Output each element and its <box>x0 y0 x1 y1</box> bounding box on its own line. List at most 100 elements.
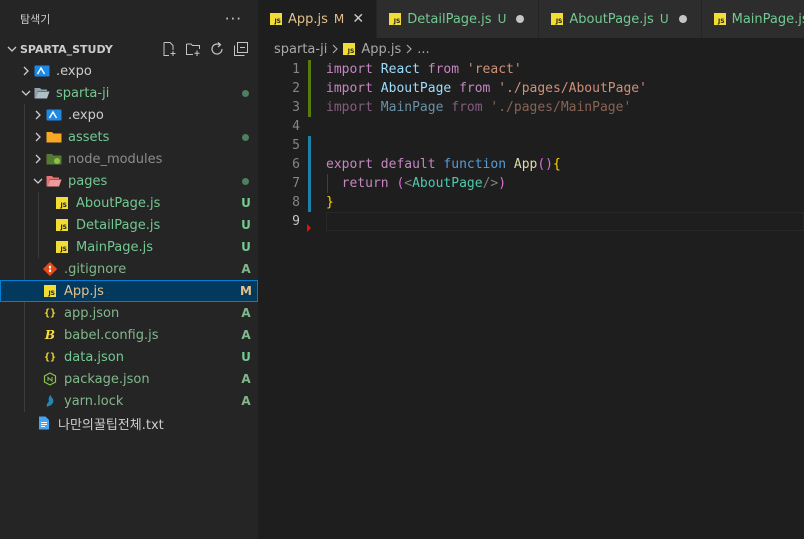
code-token: function <box>443 157 507 172</box>
code-token: import <box>326 100 373 115</box>
expo-folder-icon <box>46 107 62 123</box>
indent-guide <box>24 126 25 148</box>
tree-item-label: DetailPage.js <box>76 217 161 233</box>
project-section-header[interactable]: SPARTA_STUDY <box>0 38 258 60</box>
chevron-right-icon <box>18 63 34 79</box>
git-status: U <box>241 196 251 210</box>
tree-file-yarn-lock[interactable]: yarn.lock A <box>0 390 258 412</box>
tree-file-aboutpage[interactable]: JS AboutPage.js U <box>0 192 258 214</box>
code-token: from <box>459 81 491 96</box>
tab-mainpage[interactable]: JS MainPage.js U <box>701 0 804 38</box>
tree-folder-node-modules[interactable]: node_modules <box>0 148 258 170</box>
tab-status: U <box>659 12 669 26</box>
code-token: './pages/AboutPage' <box>498 81 647 96</box>
line-number: 9 <box>292 214 300 229</box>
git-status: U <box>241 218 251 232</box>
breadcrumb-more[interactable]: ... <box>417 42 429 57</box>
tree-file-app-json[interactable]: {} app.json A <box>0 302 258 324</box>
tree-folder-expo-root[interactable]: .expo <box>0 60 258 82</box>
indent-guide <box>24 324 25 346</box>
collapse-all-icon[interactable] <box>232 40 250 58</box>
tree-file-detailpage[interactable]: JS DetailPage.js U <box>0 214 258 236</box>
line-number: 6 <box>292 157 300 172</box>
new-folder-icon[interactable] <box>184 40 202 58</box>
yarn-icon <box>42 393 58 409</box>
git-status: U <box>241 240 251 254</box>
tree-folder-sparta-ji[interactable]: sparta-ji <box>0 82 258 104</box>
js-file-icon: JS <box>551 13 564 25</box>
code-token: from <box>451 100 483 115</box>
js-file-icon: JS <box>713 13 726 25</box>
json-icon: {} <box>43 351 57 363</box>
tree-item-label: node_modules <box>68 151 163 167</box>
breadcrumb-folder[interactable]: sparta-ji <box>274 42 327 57</box>
gutter-added-marker <box>306 60 314 79</box>
tree-folder-expo-nested[interactable]: .expo <box>0 104 258 126</box>
indent-guide <box>24 148 25 170</box>
js-file-icon: JS <box>270 13 282 25</box>
chevron-down-icon <box>30 173 46 189</box>
tree-file-mainpage[interactable]: JS MainPage.js U <box>0 236 258 258</box>
chevron-right-icon <box>30 151 46 167</box>
code-editor[interactable]: 1 import React from 'react' 2 import Abo… <box>258 60 804 232</box>
code-line: 4 <box>258 117 804 136</box>
explorer-title: 탐색기 <box>20 13 51 26</box>
explorer-header: 탐색기 ··· <box>0 0 258 38</box>
text-file-icon <box>36 415 52 431</box>
more-actions-button[interactable]: ··· <box>225 10 242 28</box>
tree-file-gitignore[interactable]: .gitignore A <box>0 258 258 280</box>
code-token: < <box>404 176 413 191</box>
code-token: () <box>537 157 554 172</box>
chevron-right-icon <box>405 44 413 54</box>
gutter-modified-marker <box>306 136 314 155</box>
gutter-modified-marker <box>306 174 314 193</box>
tree-folder-pages[interactable]: pages <box>0 170 258 192</box>
indent-guide <box>38 192 39 214</box>
new-file-icon[interactable] <box>160 40 178 58</box>
code-token: } <box>326 195 334 210</box>
tree-item-label: assets <box>68 129 110 145</box>
tree-item-label: babel.config.js <box>64 327 159 343</box>
tree-file-txt[interactable]: 나만의꿀팁전체.txt <box>0 412 258 434</box>
status-dot <box>242 177 249 185</box>
tree-file-package-json[interactable]: package.json A <box>0 368 258 390</box>
tree-item-label: sparta-ji <box>56 85 110 101</box>
breadcrumb-file[interactable]: App.js <box>361 42 401 57</box>
tree-file-babel-config[interactable]: B babel.config.js A <box>0 324 258 346</box>
editor-area: JS App.js M ✕ JS DetailPage.js U JS Abou… <box>258 0 804 539</box>
code-line: 3 import MainPage from './pages/MainPage… <box>258 98 804 117</box>
indent-guide <box>24 258 25 280</box>
tree-file-data-json[interactable]: {} data.json U <box>0 346 258 368</box>
tree-item-label: 나만의꿀팁전체.txt <box>58 417 164 433</box>
unsaved-dot-icon[interactable] <box>516 15 525 23</box>
tab-status: M <box>333 12 345 26</box>
code-line: 8 } <box>258 193 804 212</box>
tab-detailpage[interactable]: JS DetailPage.js U <box>377 0 540 38</box>
code-token: MainPage <box>380 100 444 115</box>
tree-folder-assets[interactable]: assets <box>0 126 258 148</box>
indent-guide <box>24 346 25 368</box>
tab-label: AboutPage.js <box>569 11 654 27</box>
unsaved-dot-icon[interactable] <box>678 15 687 23</box>
tree-item-label: App.js <box>64 283 104 299</box>
close-icon[interactable]: ✕ <box>350 11 366 27</box>
tree-item-label: data.json <box>64 349 124 365</box>
line-number: 7 <box>292 176 300 191</box>
code-line: 2 import AboutPage from './pages/AboutPa… <box>258 79 804 98</box>
explorer-sidebar: 탐색기 ··· SPARTA_STUDY .expo sparta-ji .ex… <box>0 0 258 539</box>
tab-app-js[interactable]: JS App.js M ✕ <box>258 0 378 38</box>
git-status: A <box>241 262 251 276</box>
json-icon: {} <box>43 307 57 319</box>
tab-aboutpage[interactable]: JS AboutPage.js U <box>539 0 702 38</box>
js-file-icon: JS <box>343 43 356 55</box>
git-status: A <box>241 328 251 342</box>
tree-file-app-js[interactable]: JS App.js M <box>0 280 258 302</box>
line-number: 1 <box>292 62 300 77</box>
indent-guide <box>24 236 25 258</box>
tree-item-label: .gitignore <box>64 261 127 277</box>
refresh-icon[interactable] <box>208 40 226 58</box>
gutter <box>306 117 314 136</box>
indent-guide <box>24 170 25 192</box>
folder-open-icon <box>46 173 62 189</box>
tab-label: MainPage.js <box>731 11 804 27</box>
